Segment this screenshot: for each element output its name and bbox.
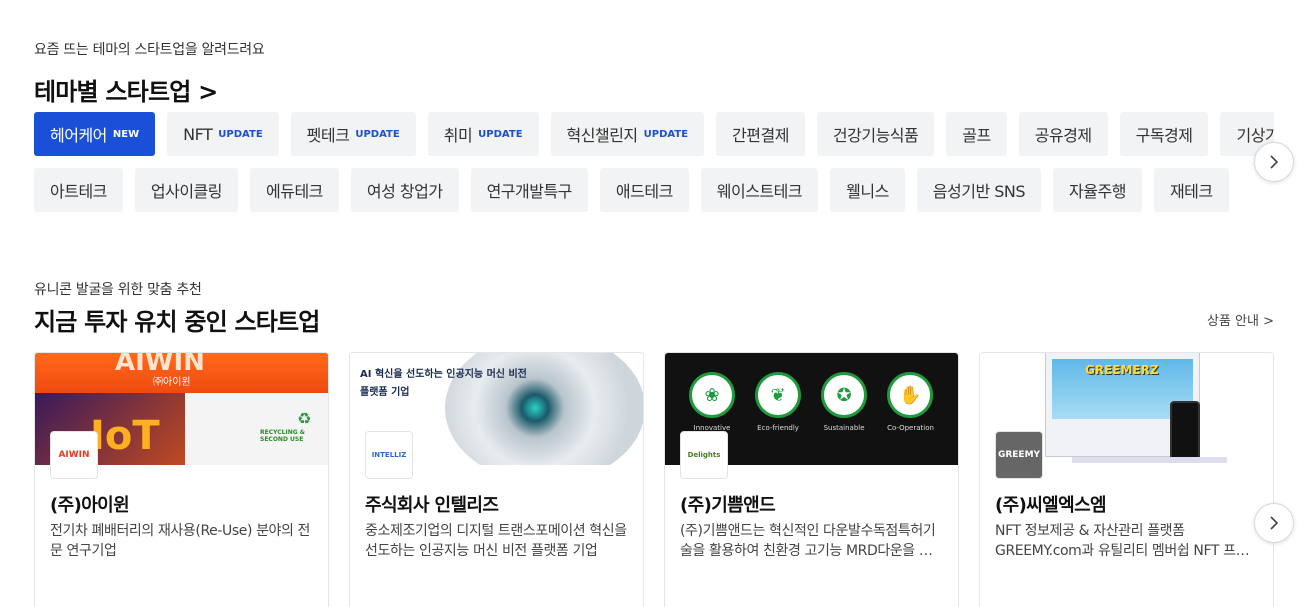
theme-chip-badge: UPDATE xyxy=(643,128,689,140)
banner-text: GREEMERZ xyxy=(1085,363,1159,377)
theme-chip[interactable]: 웰니스 xyxy=(830,168,905,212)
theme-chip-label: 구독경제 xyxy=(1135,126,1193,145)
theme-chip[interactable]: 골프 xyxy=(946,112,1007,156)
theme-chip[interactable]: 취미 UPDATE xyxy=(427,112,539,156)
theme-chip-label: 연구개발특구 xyxy=(486,182,573,201)
theme-chip-badge: UPDATE xyxy=(218,128,263,140)
theme-chip[interactable]: 업사이클링 xyxy=(134,168,238,212)
startup-card-greemy[interactable]: GREEMERZ GREEMY (주)씨엘엑스엠 NFT 정보제공 & 자산관리… xyxy=(979,352,1274,607)
theme-chip[interactable]: NFT UPDATE xyxy=(167,112,279,156)
theme-chip-label: 웰니스 xyxy=(846,182,889,201)
theme-next-button[interactable] xyxy=(1254,142,1294,182)
theme-chip-label: 에듀테크 xyxy=(266,182,323,201)
banner-text: RECYCLING & SECOND USE xyxy=(260,429,305,443)
company-desc: 전기차 폐배터리의 재사용(Re-Use) 분야의 전문 연구기업 xyxy=(50,523,311,559)
theme-chip[interactable]: 간편결제 xyxy=(716,112,805,156)
chevron-right-icon xyxy=(1270,516,1279,530)
theme-chip-label: 헤어케어 xyxy=(50,126,107,145)
company-logo: AIWIN xyxy=(50,431,98,479)
banner-iot: IoT xyxy=(90,413,160,459)
startup-card-intelliz[interactable]: AI 혁신을 선도하는 인공지능 머신 비전 플랫폼 기업 INTELLIZ 주… xyxy=(349,352,644,607)
banner-text-2: 플랫폼 기업 xyxy=(360,387,410,398)
company-name: (주)기쁨앤드 xyxy=(680,495,776,516)
theme-chip-label: 취미 xyxy=(443,126,473,145)
handshake-icon: ✋ xyxy=(887,372,934,418)
theme-chip[interactable]: 헤어케어 NEW xyxy=(34,112,156,156)
theme-chip-badge: UPDATE xyxy=(478,128,523,140)
cert-badge: ✋ Co-Operation xyxy=(887,372,934,432)
startup-card-aiwin[interactable]: AIWIN ㈜아이윈 IoT RECYCLING & SECOND USE ♻ … xyxy=(34,352,329,607)
product-info-link[interactable]: 상품 안내 > xyxy=(1207,310,1274,329)
theme-title-link[interactable]: 테마별 스타트업 > xyxy=(34,72,218,107)
cert-badge: ✪ Sustainable xyxy=(821,372,868,432)
theme-chip[interactable]: 재테크 xyxy=(1153,168,1229,212)
company-desc: 중소제조기업의 디지털 트랜스포메이션 혁신을 선도하는 인공지능 머신 비전 … xyxy=(365,523,627,559)
theme-chip-label: 자율주행 xyxy=(1069,182,1126,201)
theme-chip-label: 음성기반 SNS xyxy=(932,182,1026,201)
theme-chip-row-1: 헤어케어 NEW NFT UPDATE 펫테크 UPDATE 취미 UPDATE 혁신챌린지 UP… xyxy=(34,112,1274,156)
chevron-right-icon xyxy=(1270,155,1279,169)
theme-chip-label: 여성 창업가 xyxy=(366,182,443,201)
invest-eyebrow: 유니콘 발굴을 위한 맞춤 추천 xyxy=(34,282,202,298)
company-logo: Delights xyxy=(680,431,728,479)
theme-chip-badge: UPDATE xyxy=(355,128,400,140)
theme-chip-label: NFT xyxy=(183,124,213,144)
theme-chip-label: 웨이스트테크 xyxy=(716,182,803,201)
theme-chip[interactable]: 애드테크 xyxy=(599,168,689,212)
company-name: (주)씨엘엑스엠 xyxy=(995,495,1107,516)
theme-chip-row-2: 아트테크 업사이클링 에듀테크 여성 창업가 연구개발특구 애드테크 웨이스트테크 웰니스 음성… xyxy=(34,168,1274,212)
cert-badge: ❀ Innovative xyxy=(689,372,736,432)
theme-chip[interactable]: 혁신챌린지 UPDATE xyxy=(550,112,705,156)
theme-eyebrow: 요즘 뜨는 테마의 스타트업을 알려드려요 xyxy=(34,42,265,58)
leaf-icon: ❀ xyxy=(689,372,736,418)
theme-chip[interactable]: 건강기능식품 xyxy=(816,112,935,156)
theme-chip-label: 혁신챌린지 xyxy=(566,126,639,145)
theme-chip[interactable]: 아트테크 xyxy=(34,168,123,212)
invest-title: 지금 투자 유치 중인 스타트업 xyxy=(34,308,320,336)
startup-card-list: AIWIN ㈜아이윈 IoT RECYCLING & SECOND USE ♻ … xyxy=(34,352,1274,607)
theme-chip-badge: NEW xyxy=(112,128,140,140)
theme-chip[interactable]: 자율주행 xyxy=(1053,168,1142,212)
banner-text-1: AI 혁신을 선도하는 인공지능 머신 비전 xyxy=(360,369,527,380)
startup-card-delights[interactable]: ❀ Innovative ❦ Eco-friendly ✪ Sustainable ✋… xyxy=(664,352,959,607)
theme-chip[interactable]: 에듀테크 xyxy=(250,168,339,212)
theme-chip-label: 아트테크 xyxy=(50,182,107,201)
leaf-icon: ❦ xyxy=(755,372,802,418)
award-icon: ✪ xyxy=(821,372,868,418)
theme-chip[interactable]: 여성 창업가 xyxy=(350,168,459,212)
theme-chip-label: 공유경제 xyxy=(1034,126,1092,145)
banner-sub: ㈜아이윈 xyxy=(153,377,191,388)
company-desc: (주)기쁨앤드는 혁신적인 다운발수독점특허기술을 활용하여 친환경 고기능 M… xyxy=(680,523,944,559)
theme-chip[interactable]: 음성기반 SNS xyxy=(916,168,1042,212)
cert-badge: ❦ Eco-friendly xyxy=(755,372,802,432)
theme-chip[interactable]: 공유경제 xyxy=(1018,112,1108,156)
theme-chip[interactable]: 웨이스트테크 xyxy=(700,168,819,212)
theme-chip[interactable]: 연구개발특구 xyxy=(470,168,588,212)
company-name: (주)아이윈 xyxy=(50,495,130,516)
theme-chip-label: 재테크 xyxy=(1169,182,1213,201)
company-name: 주식회사 인텔리즈 xyxy=(365,495,499,516)
theme-chip-label: 펫테크 xyxy=(306,126,350,145)
company-desc: NFT 정보제공 & 자산관리 플랫폼 GREEMY.com과 유틸리티 멤버쉽… xyxy=(995,523,1249,559)
theme-chip[interactable]: 구독경제 xyxy=(1119,112,1209,156)
theme-chip-label: 간편결제 xyxy=(732,126,789,145)
company-logo: INTELLIZ xyxy=(365,431,413,479)
theme-chip-label: 업사이클링 xyxy=(150,182,223,201)
theme-chip-label: 애드테크 xyxy=(615,182,673,201)
theme-chip[interactable]: 펫테크 UPDATE xyxy=(290,112,416,156)
recycle-icon: ♻ xyxy=(297,409,312,428)
cards-next-button[interactable] xyxy=(1254,503,1294,543)
theme-chip-label: 골프 xyxy=(962,126,991,145)
company-logo: GREEMY xyxy=(995,431,1043,479)
theme-chip-label: 건강기능식품 xyxy=(832,126,919,145)
